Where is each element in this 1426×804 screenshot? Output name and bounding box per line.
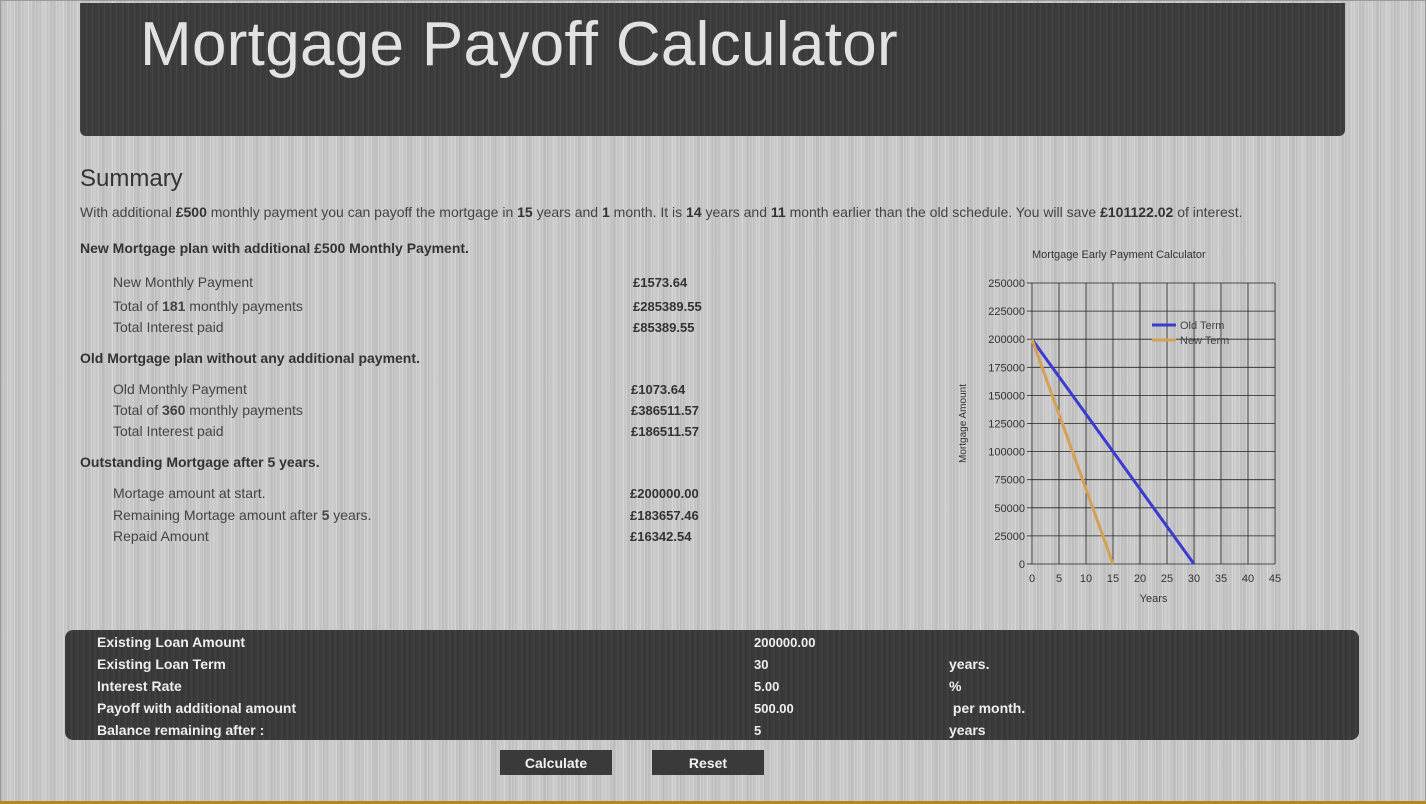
old-monthly-label: Old Monthly Payment — [113, 381, 247, 397]
y-tick-label: 200000 — [988, 334, 1025, 346]
old-interest-value: £186511.57 — [631, 424, 699, 439]
loan-term-field[interactable]: 30 — [754, 657, 768, 672]
old-monthly-value: £1073.64 — [631, 382, 686, 397]
y-tick-label: 75000 — [994, 475, 1025, 487]
page-title: Mortgage Payoff Calculator — [140, 10, 898, 79]
repaid-amount-label: Repaid Amount — [113, 528, 209, 544]
new-total-prefix: Total of — [113, 298, 163, 314]
remaining-suffix: years. — [329, 507, 372, 523]
interest-rate-unit: % — [949, 678, 962, 694]
x-tick-label: 35 — [1215, 573, 1227, 585]
summary-text-part: month earlier than the old schedule. You… — [785, 204, 1101, 220]
summary-text-part: years and — [532, 204, 602, 220]
summary-extra-amount: £500 — [175, 204, 207, 220]
new-interest-label: Total Interest paid — [113, 319, 224, 335]
balance-after-field[interactable]: 5 — [754, 723, 761, 738]
new-monthly-value: £1573.64 — [633, 275, 688, 290]
summary-text-part: month. It is — [609, 204, 687, 220]
summary-title: Summary — [80, 165, 183, 192]
new-total-suffix: monthly payments — [185, 298, 303, 314]
summary-text-part: of interest. — [1173, 204, 1243, 220]
new-plan-heading: New Mortgage plan with additional £500 M… — [80, 240, 469, 256]
old-total-count: 360 — [162, 402, 186, 418]
old-plan-heading: Old Mortgage plan without any additional… — [80, 350, 420, 366]
payoff-chart: Mortgage Early Payment Calculator 0 5 10 15 2… — [950, 240, 1281, 610]
start-amount-value: £200000.00 — [630, 486, 699, 501]
start-amount-label: Mortage amount at start. — [113, 485, 266, 501]
y-tick-label: 0 — [1019, 559, 1025, 571]
x-tick-label: 25 — [1161, 573, 1173, 585]
summary-text-part: With additional — [80, 204, 176, 220]
summary-payoff-months: 1 — [601, 204, 610, 220]
old-total-value: £386511.57 — [631, 403, 699, 418]
x-tick-label: 20 — [1134, 573, 1146, 585]
additional-amount-field[interactable]: 500.00 — [754, 701, 794, 716]
x-axis-label: Years — [1140, 593, 1168, 605]
old-total-prefix: Total of — [113, 402, 163, 418]
interest-rate-label: Interest Rate — [97, 678, 182, 694]
summary-text-part: years and — [701, 204, 771, 220]
legend-label: New Term — [1180, 335, 1229, 347]
remaining-amount-value: £183657.46 — [630, 508, 699, 523]
loan-amount-label: Existing Loan Amount — [97, 634, 246, 650]
additional-amount-unit: per month. — [949, 700, 1026, 716]
balance-after-label: Balance remaining after : — [97, 722, 265, 738]
y-tick-label: 150000 — [988, 390, 1025, 402]
y-tick-label: 250000 — [988, 278, 1025, 290]
old-interest-label: Total Interest paid — [113, 423, 224, 439]
y-tick-label: 50000 — [994, 503, 1025, 515]
x-tick-label: 45 — [1269, 573, 1281, 585]
interest-rate-field[interactable]: 5.00 — [754, 679, 779, 694]
new-total-count: 181 — [162, 298, 186, 314]
old-total-suffix: monthly payments — [185, 402, 303, 418]
outstanding-heading: Outstanding Mortgage after 5 years. — [80, 454, 320, 470]
summary-text: With additional £500 monthly payment you… — [80, 204, 1243, 220]
new-monthly-label: New Monthly Payment — [113, 274, 254, 290]
old-total-label: Total of 360 monthly payments — [113, 402, 303, 418]
new-total-value: £285389.55 — [633, 299, 702, 314]
new-interest-value: £85389.55 — [633, 320, 695, 335]
input-panel: Existing Loan Amount 200000.00 Existing … — [65, 630, 1359, 740]
chart-title: Mortgage Early Payment Calculator — [1032, 249, 1206, 261]
y-tick-label: 225000 — [988, 306, 1025, 318]
loan-term-label: Existing Loan Term — [97, 656, 226, 672]
summary-savings: £101122.02 — [1100, 204, 1174, 220]
y-tick-label: 125000 — [988, 419, 1025, 431]
x-tick-label: 40 — [1242, 573, 1254, 585]
x-tick-label: 0 — [1029, 573, 1035, 585]
reset-button[interactable]: Reset — [652, 750, 764, 775]
page-header: Mortgage Payoff Calculator — [80, 3, 1345, 136]
summary-earlier-years: 14 — [686, 204, 702, 220]
y-tick-label: 100000 — [988, 447, 1025, 459]
chart-svg: Mortgage Early Payment Calculator 0 5 10 15 2… — [958, 249, 1281, 605]
balance-after-unit: years — [949, 722, 986, 738]
calculate-button[interactable]: Calculate — [500, 750, 612, 775]
remaining-amount-label: Remaining Mortage amount after 5 years. — [113, 507, 371, 523]
y-axis-label: Mortgage Amount — [958, 384, 969, 463]
x-tick-label: 30 — [1188, 573, 1200, 585]
x-tick-label: 10 — [1080, 573, 1092, 585]
summary-payoff-years: 15 — [517, 204, 533, 220]
y-tick-label: 25000 — [994, 531, 1025, 543]
y-tick-label: 175000 — [988, 362, 1025, 374]
x-tick-label: 5 — [1056, 573, 1062, 585]
legend-label: Old Term — [1180, 320, 1224, 332]
new-total-label: Total of 181 monthly payments — [113, 298, 303, 314]
repaid-amount-value: £16342.54 — [630, 529, 692, 544]
summary-earlier-months: 11 — [770, 204, 786, 220]
loan-amount-field[interactable]: 200000.00 — [754, 635, 815, 650]
x-tick-label: 15 — [1107, 573, 1119, 585]
loan-term-unit: years. — [949, 656, 990, 672]
additional-amount-label: Payoff with additional amount — [97, 700, 297, 716]
summary-text-part: monthly payment you can payoff the mortg… — [206, 204, 518, 220]
remaining-prefix: Remaining Mortage amount after — [113, 507, 322, 523]
